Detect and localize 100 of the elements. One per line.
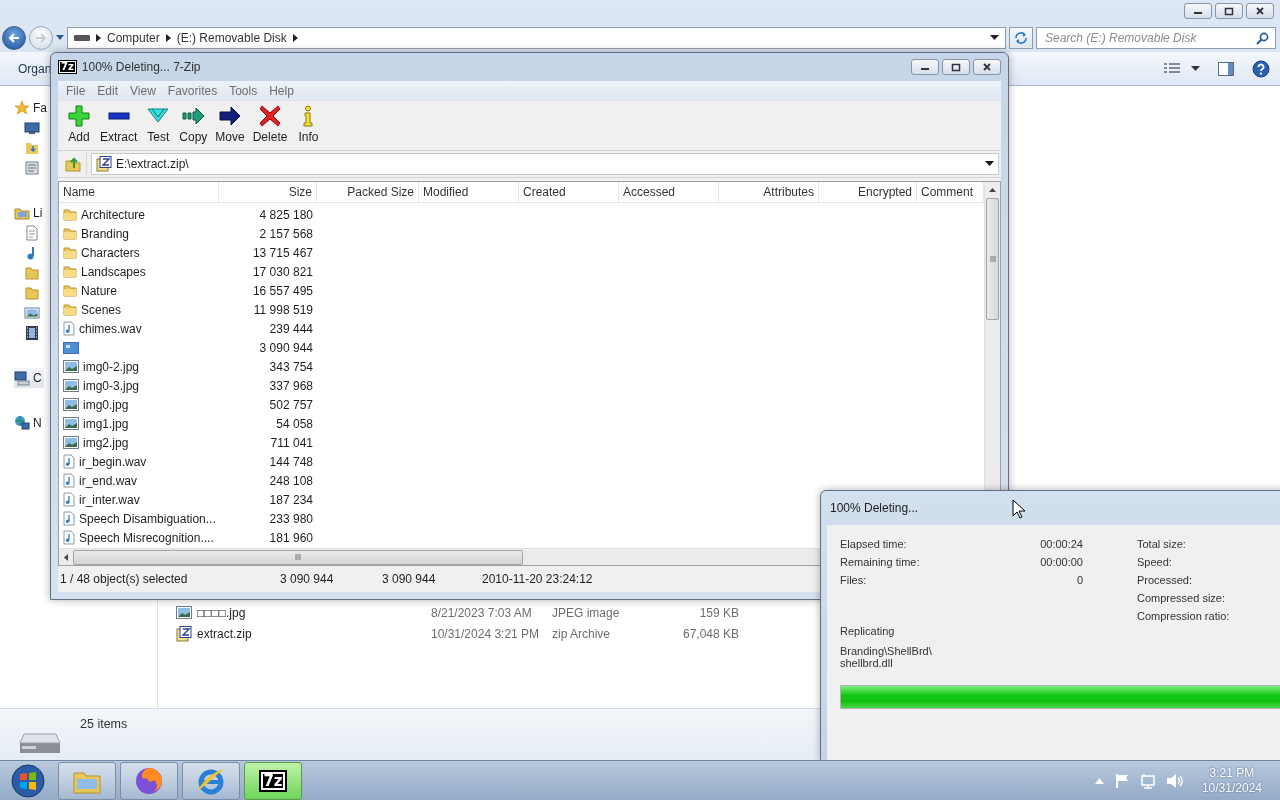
status-text: 2010-11-20 23:24:12 (482, 572, 593, 586)
copy-button[interactable]: Copy (175, 105, 212, 144)
image-file-icon (63, 417, 79, 430)
dropdown-icon[interactable] (990, 35, 999, 41)
nav-item[interactable]: N (14, 413, 44, 433)
column-header[interactable]: Name (59, 182, 219, 202)
refresh-button[interactable] (1009, 27, 1033, 49)
menu-item[interactable]: View (124, 84, 162, 98)
menu-item[interactable]: File (60, 84, 92, 98)
menu-item[interactable]: Help (263, 84, 300, 98)
column-header[interactable]: Attributes (719, 182, 819, 202)
item-count: 25 items (80, 717, 128, 731)
image-file-icon (63, 436, 79, 449)
help-icon[interactable] (1252, 59, 1270, 78)
audio-file-icon (63, 492, 75, 507)
file-name: □□□□.jpg (196, 605, 247, 620)
image-file-icon (176, 606, 192, 619)
folder-icon (63, 284, 77, 297)
delete-button[interactable]: Delete (248, 105, 292, 144)
table-cell-text: 181 960 (268, 530, 314, 545)
scrollbar-thumb[interactable] (986, 198, 999, 320)
nav-item[interactable]: C (14, 368, 44, 388)
operation-label: Replicating (840, 625, 896, 637)
extract-button[interactable]: Extract (96, 105, 142, 144)
stat-label: Elapsed time: (840, 538, 907, 550)
caret-icon[interactable] (56, 35, 64, 41)
chevron-icon (96, 34, 101, 42)
stat-value: 00:00:00 (1040, 556, 1083, 568)
videos-icon (24, 325, 40, 341)
column-header[interactable]: Encrypted (819, 182, 917, 202)
file-name: Characters (81, 245, 140, 260)
maximize-icon (949, 62, 963, 72)
file-size: 159 KB (698, 605, 739, 620)
table-cell-text: 343 754 (268, 359, 314, 374)
folder-icon (63, 208, 77, 221)
info-button[interactable]: Info (291, 105, 326, 144)
menu-item[interactable]: Favorites (161, 84, 224, 98)
dropdown-icon[interactable] (985, 161, 994, 167)
preview-pane-icon[interactable] (1218, 61, 1234, 76)
maximize-button[interactable] (1215, 3, 1243, 19)
table-cell-text: 2 157 568 (258, 226, 314, 241)
table-cell-text: 4 825 180 (258, 207, 314, 222)
column-header[interactable]: Accessed (619, 182, 719, 202)
scroll-up-icon[interactable] (989, 188, 996, 192)
scrollbar-thumb[interactable] (73, 549, 523, 565)
scroll-left-icon[interactable] (64, 553, 68, 561)
stat-label: Compression ratio: (1137, 609, 1230, 624)
file-name: ir_inter.wav (79, 492, 140, 507)
taskbar-app-button[interactable] (182, 761, 240, 800)
minimize-button[interactable] (911, 59, 939, 75)
add-button[interactable]: Add (62, 105, 96, 144)
path-field[interactable]: E:\extract.zip\ (91, 153, 999, 175)
close-button[interactable] (973, 59, 1001, 75)
file-name: Speech Disambiguation... (79, 511, 216, 526)
taskbar-app-button[interactable]: 7z (244, 761, 302, 800)
table-cell-text: 144 748 (268, 454, 314, 469)
dropdown-icon[interactable] (1191, 65, 1200, 72)
close-button[interactable] (1246, 3, 1274, 19)
image-file-icon (63, 398, 79, 411)
column-header[interactable]: Size (219, 182, 317, 202)
table-cell-text: 54 058 (275, 416, 314, 431)
folder-icon (63, 227, 77, 240)
minimize-button[interactable] (1184, 3, 1212, 19)
back-button[interactable] (2, 26, 26, 50)
column-header[interactable]: Created (519, 182, 619, 202)
taskbar-app-button[interactable] (120, 761, 178, 800)
nav-item[interactable]: Li (14, 203, 45, 223)
search-icon (1256, 31, 1269, 45)
column-header[interactable]: Packed Size (317, 182, 419, 202)
move-button[interactable]: Move (211, 105, 249, 144)
address-bar[interactable]: Computer (E:) Removable Disk (67, 27, 1006, 49)
desktop-icon (24, 120, 40, 136)
menu-item[interactable]: Edit (91, 84, 125, 98)
downloads-icon (24, 140, 40, 156)
table-cell-text: 16 557 495 (251, 283, 314, 298)
folder-icon (63, 246, 77, 259)
menu-item[interactable]: Tools (223, 84, 264, 98)
folder-icon (63, 303, 77, 316)
nav-item[interactable]: Fa (14, 98, 49, 118)
audio-file-icon (63, 530, 75, 545)
search-field[interactable]: Search (E:) Removable Disk (1036, 27, 1276, 49)
clock-date: 10/31/2024 (1201, 780, 1262, 796)
stat-label: Remaining time: (840, 556, 920, 568)
breadcrumb-item[interactable]: (E:) Removable Disk (176, 31, 287, 45)
grip-icon (295, 554, 301, 560)
dialog-title: 100% Deleting... (830, 501, 919, 515)
start-orb-icon (11, 763, 45, 798)
stat-label: Total size: (1137, 537, 1187, 552)
file-size: 67,048 KB (681, 626, 739, 641)
arrow-icon (35, 33, 47, 43)
view-list-icon[interactable] (1163, 61, 1181, 76)
breadcrumb-item[interactable]: Computer (107, 31, 160, 45)
column-header[interactable]: Modified (419, 182, 519, 202)
network-icon (14, 415, 30, 431)
table-cell-text: 711 041 (269, 435, 314, 450)
taskbar-app-button[interactable] (58, 761, 116, 800)
pictures-icon (24, 305, 40, 321)
maximize-button[interactable] (942, 59, 970, 75)
table-cell-text: 239 444 (268, 321, 314, 336)
test-button[interactable]: Test (141, 105, 176, 144)
